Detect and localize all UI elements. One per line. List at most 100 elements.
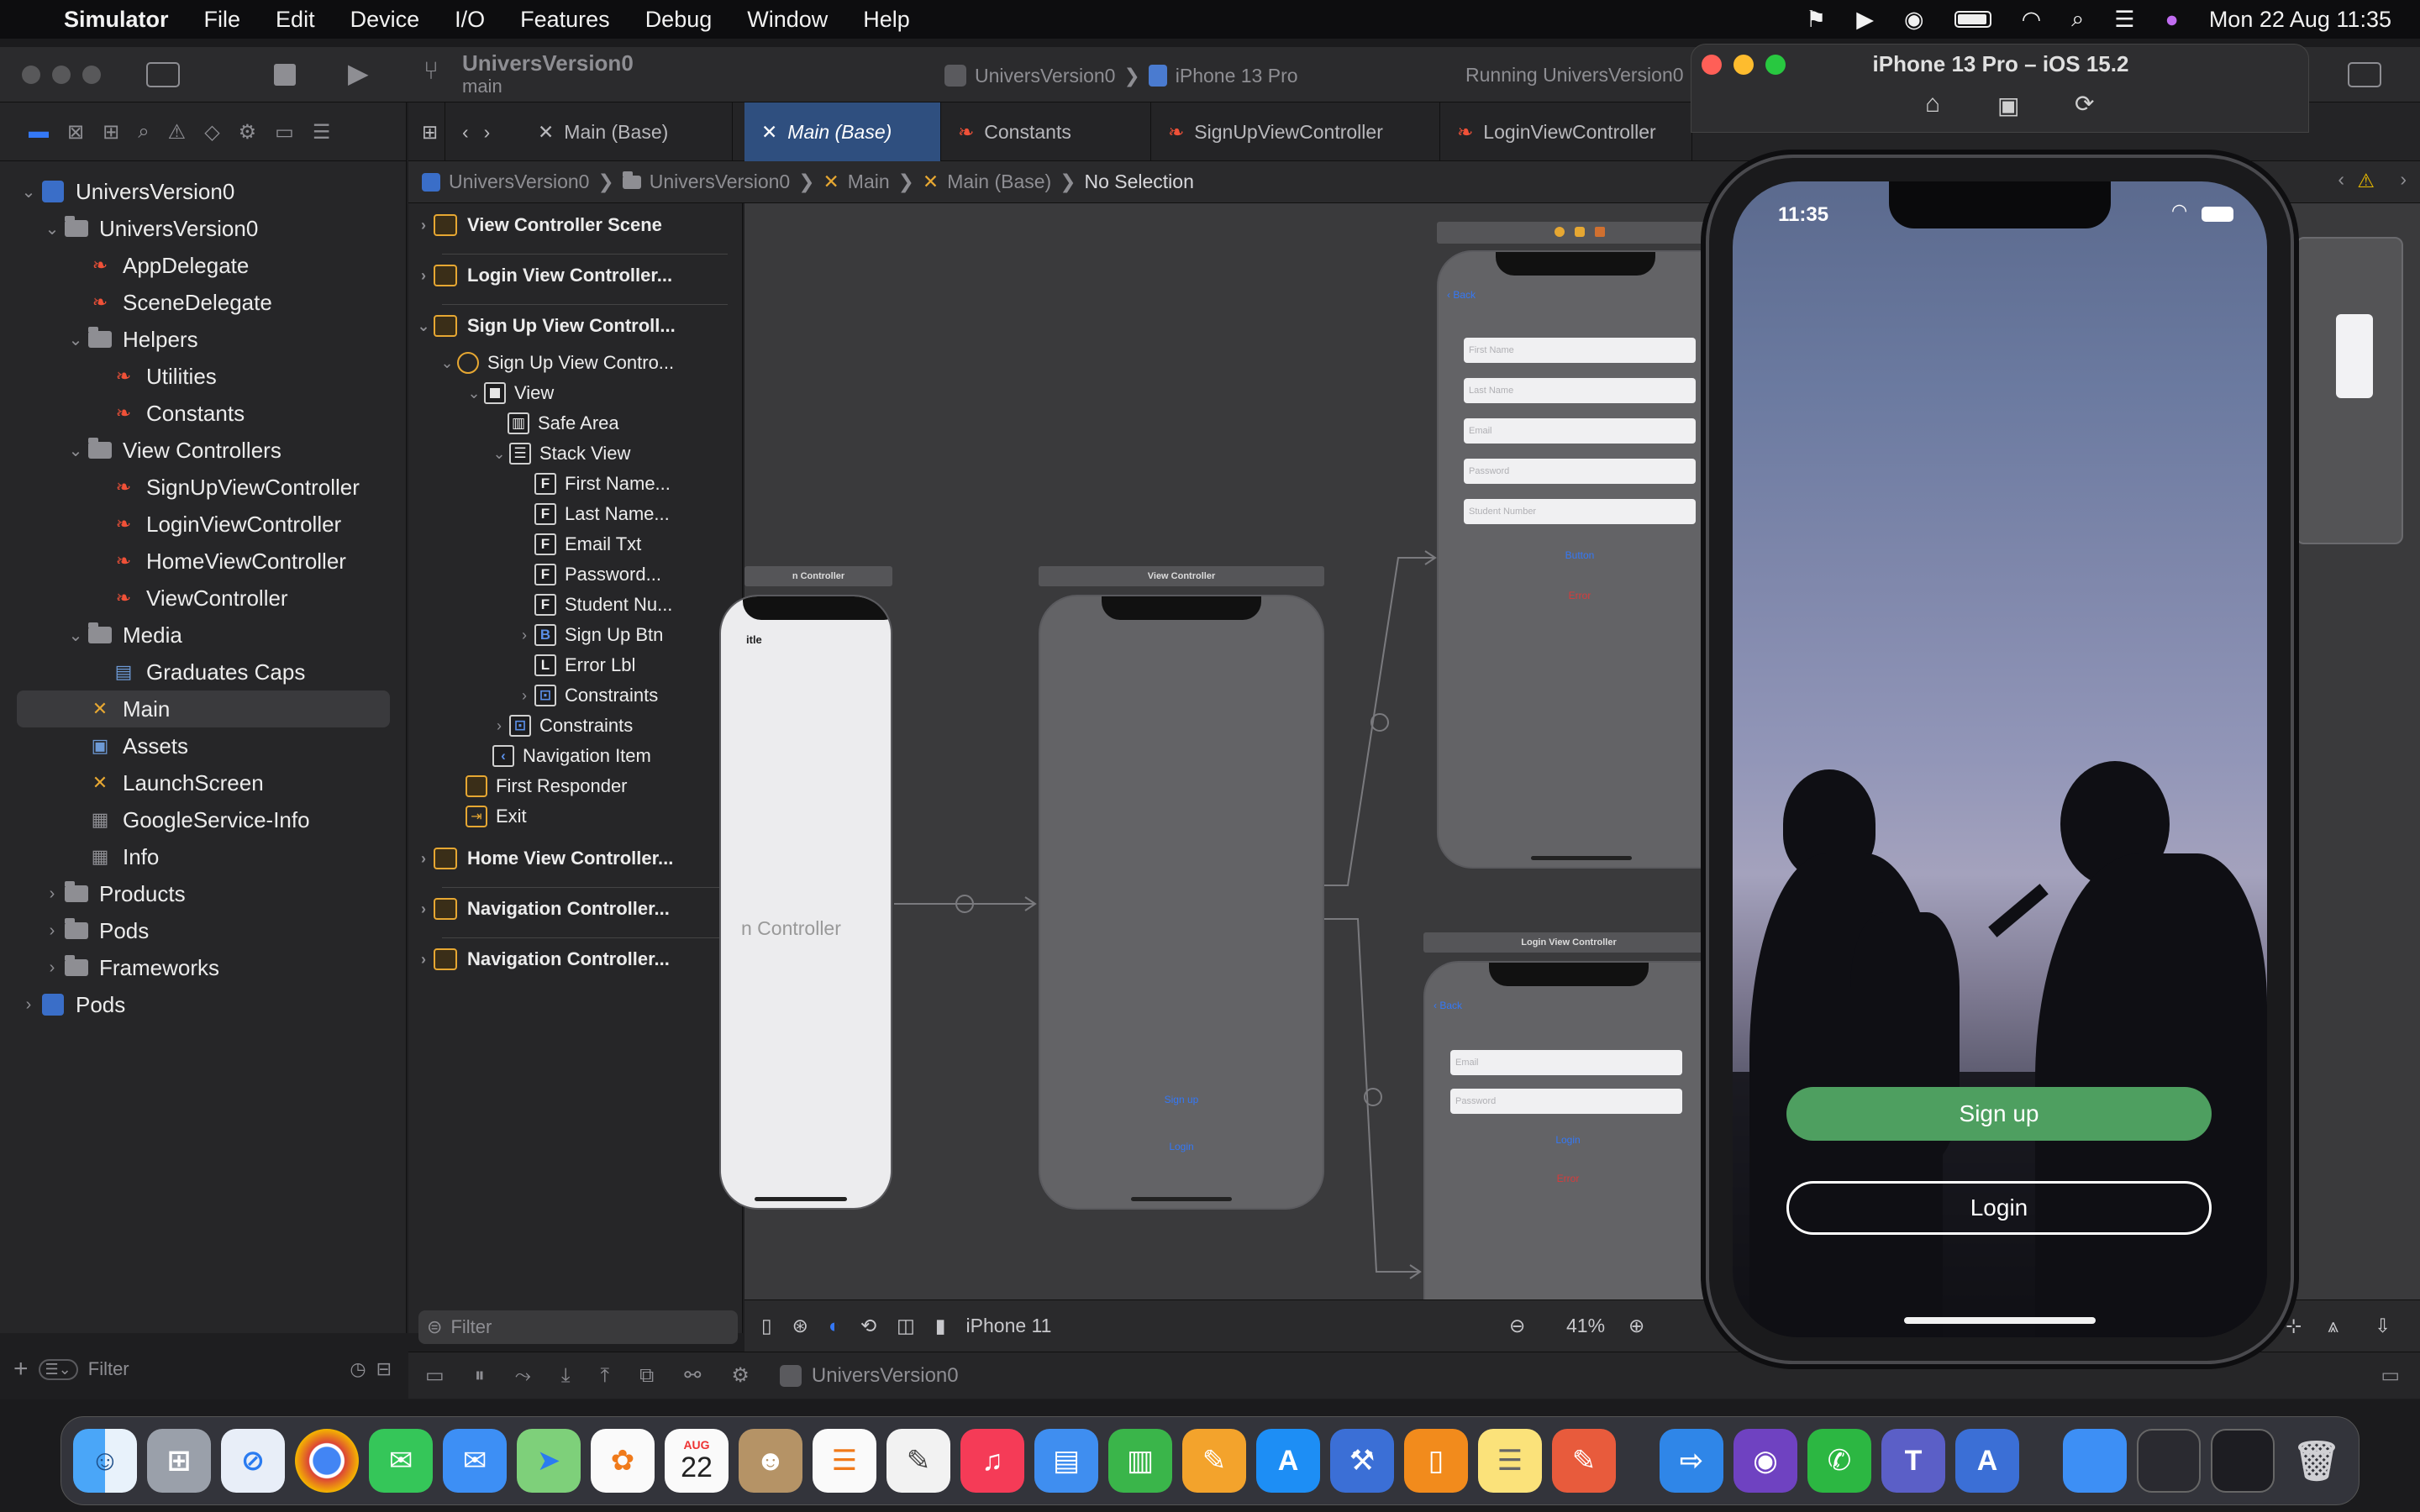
chevron-right-icon[interactable]: › — [413, 217, 434, 234]
keynote-icon[interactable]: ▤ — [1034, 1429, 1098, 1493]
outline-navigation-controller-scene-1[interactable]: › Navigation Controller... — [413, 894, 670, 924]
textedit-icon[interactable]: ✎ — [886, 1429, 950, 1493]
menu-help[interactable]: Help — [863, 7, 910, 33]
scene-login-field-email[interactable]: Email — [1450, 1050, 1682, 1075]
tree-item-helpers[interactable]: ⌄ Helpers — [64, 321, 198, 358]
tab-main-base-1[interactable]: ✕ Main (Base) — [521, 102, 733, 161]
github-icon[interactable]: ◉ — [1733, 1429, 1797, 1493]
zoom-out-icon[interactable]: ⊖ — [1509, 1315, 1525, 1337]
zoom-window-button[interactable] — [82, 66, 101, 84]
tree-item-launchscreen[interactable]: ✕ LaunchScreen — [87, 764, 264, 801]
chevron-down-icon[interactable]: ⌄ — [464, 385, 484, 402]
console-toggle-icon[interactable]: ▭ — [2381, 1363, 2400, 1388]
outline-view[interactable]: ⌄ View — [464, 378, 554, 408]
outline-error-label[interactable]: L Error Lbl — [534, 650, 635, 680]
step-out-icon[interactable]: ⤒ — [601, 1364, 610, 1388]
tree-item-constants[interactable]: ❧ Constants — [111, 395, 245, 432]
issue-nav-forward-icon[interactable]: › — [2400, 168, 2407, 191]
menu-features[interactable]: Features — [520, 7, 610, 33]
tree-item-group-root[interactable]: ⌄ UniversVersion0 — [40, 210, 259, 247]
jumpbar-selection[interactable]: No Selection — [1084, 171, 1193, 193]
chevron-down-icon[interactable]: ⌄ — [40, 218, 64, 239]
chevron-right-icon[interactable]: › — [413, 900, 434, 918]
outline-signup-view-controller-scene[interactable]: ⌄ Sign Up View Controll... — [413, 311, 676, 341]
chevron-right-icon[interactable]: › — [514, 627, 534, 644]
project-navigator-icon[interactable]: ▬ — [29, 120, 49, 144]
tree-item-view-controllers[interactable]: ⌄ View Controllers — [64, 432, 281, 469]
chevron-down-icon[interactable]: ⌄ — [489, 445, 509, 463]
jumpbar-localization[interactable]: Main (Base) — [947, 171, 1051, 193]
reminders-icon[interactable]: ☰ — [813, 1429, 876, 1493]
tab-signupviewcontroller[interactable]: ❧ SignUpViewController — [1151, 102, 1440, 161]
zoom-level[interactable]: 41% — [1566, 1315, 1605, 1337]
outline-toggle-icon[interactable]: ▯ — [761, 1315, 772, 1337]
view-hierarchy-icon[interactable]: ⧉ — [639, 1364, 654, 1388]
outline-constraints-outer[interactable]: › ⊡ Constraints — [489, 711, 633, 741]
tree-item-pods-group[interactable]: › Pods — [40, 912, 150, 949]
screenshot-icon[interactable]: ▣ — [1997, 92, 2019, 119]
tree-item-homeviewcontroller[interactable]: ❧ HomeViewController — [111, 543, 346, 580]
outline-navigation-item[interactable]: ‹ Navigation Item — [492, 741, 651, 771]
menu-clock[interactable]: Mon 22 Aug 11:35 — [2209, 7, 2391, 33]
report-navigator-icon[interactable]: ☰ — [313, 120, 331, 144]
tree-item-appdelegate[interactable]: ❧ AppDelegate — [87, 247, 250, 284]
issue-navigator-icon[interactable]: ⚠ — [168, 120, 187, 144]
tree-item-pods-project[interactable]: › Pods — [17, 986, 126, 1023]
xcode-instruments-icon[interactable]: A — [1955, 1429, 2019, 1493]
environment-icon[interactable]: ⚙ — [731, 1363, 750, 1388]
chevron-right-icon[interactable]: › — [413, 850, 434, 868]
app-login-button[interactable]: Login — [1786, 1181, 2212, 1235]
tree-item-viewcontroller[interactable]: ❧ ViewController — [111, 580, 288, 617]
chevron-down-icon[interactable]: ⌄ — [64, 329, 87, 350]
scene-field-email[interactable]: Email — [1464, 418, 1696, 444]
close-icon[interactable]: ✕ — [538, 121, 554, 144]
symbol-navigator-icon[interactable]: ⊞ — [103, 120, 119, 144]
menu-edit[interactable]: Edit — [276, 7, 315, 33]
menu-app-name[interactable]: Simulator — [64, 7, 169, 33]
chevron-right-icon[interactable]: › — [17, 995, 40, 1015]
chevron-down-icon[interactable]: ⌄ — [413, 318, 434, 335]
outline-filter-field[interactable]: ⊜ Filter — [418, 1310, 738, 1344]
app-signup-button[interactable]: Sign up — [1786, 1087, 2212, 1141]
chevron-right-icon[interactable]: › — [514, 687, 534, 705]
test-navigator-icon[interactable]: ◇ — [204, 120, 219, 144]
tree-item-frameworks[interactable]: › Frameworks — [40, 949, 219, 986]
sketch-icon[interactable]: ✎ — [1552, 1429, 1616, 1493]
add-icon[interactable]: + — [13, 1355, 29, 1383]
scene-login-controller[interactable]: ‹ Back Email Password Login Error — [1423, 961, 1714, 1314]
teams-icon[interactable]: T — [1881, 1429, 1945, 1493]
source-control-icon[interactable]: ⊠ — [67, 120, 84, 144]
stop-button[interactable] — [274, 64, 296, 86]
minimize-window-button[interactable] — [52, 66, 71, 84]
outline-student-number-field[interactable]: F Student Nu... — [534, 590, 672, 620]
tree-item-utilities[interactable]: ❧ Utilities — [111, 358, 217, 395]
launchpad-icon[interactable]: ⊞ — [147, 1429, 211, 1493]
scheme-name[interactable]: UniversVersion0 — [975, 65, 1115, 87]
scene-signup-controller[interactable]: ‹ Back First Name Last Name Email Passwo… — [1437, 250, 1714, 869]
chevron-right-icon[interactable]: › — [413, 951, 434, 969]
chevron-down-icon[interactable]: ⌄ — [64, 625, 87, 646]
related-items-icon[interactable]: ⊞ — [408, 102, 445, 161]
chevron-down-icon[interactable]: ⌄ — [17, 181, 40, 202]
scene-field-last-name[interactable]: Last Name — [1464, 378, 1696, 403]
screenshots-stack-icon[interactable] — [2137, 1429, 2201, 1493]
scene-signup-button[interactable]: Button — [1439, 549, 1712, 561]
photos-icon[interactable]: ✿ — [591, 1429, 655, 1493]
device-config-icon[interactable]: ▮ — [935, 1315, 946, 1337]
issue-nav-arrows-icon[interactable]: ‹ — [2338, 168, 2344, 191]
chevron-right-icon[interactable]: › — [489, 717, 509, 735]
outline-safe-area[interactable]: ▥ Safe Area — [508, 408, 619, 438]
inspector-toggle-icon[interactable] — [2348, 62, 2381, 87]
outline-constraints-inner[interactable]: › ⊡ Constraints — [514, 680, 658, 711]
spotlight-search-icon[interactable]: ⌕ — [2071, 6, 2084, 33]
filter-options-icon[interactable]: ☰⌄ — [38, 1358, 78, 1380]
scene-field-first-name[interactable]: First Name — [1464, 338, 1696, 363]
menu-device[interactable]: Device — [350, 7, 420, 33]
back-arrow-icon[interactable]: ‹ — [462, 121, 469, 144]
outline-signup-view-controller[interactable]: ⌄ Sign Up View Contro... — [437, 348, 674, 378]
tab-constants[interactable]: ❧ Constants — [941, 102, 1151, 161]
rotate-icon[interactable]: ⟳ — [2075, 90, 2094, 118]
tree-item-scenedelegate[interactable]: ❧ SceneDelegate — [87, 284, 272, 321]
jumpbar-file[interactable]: Main — [848, 171, 890, 193]
outline-first-name-field[interactable]: F First Name... — [534, 469, 671, 499]
